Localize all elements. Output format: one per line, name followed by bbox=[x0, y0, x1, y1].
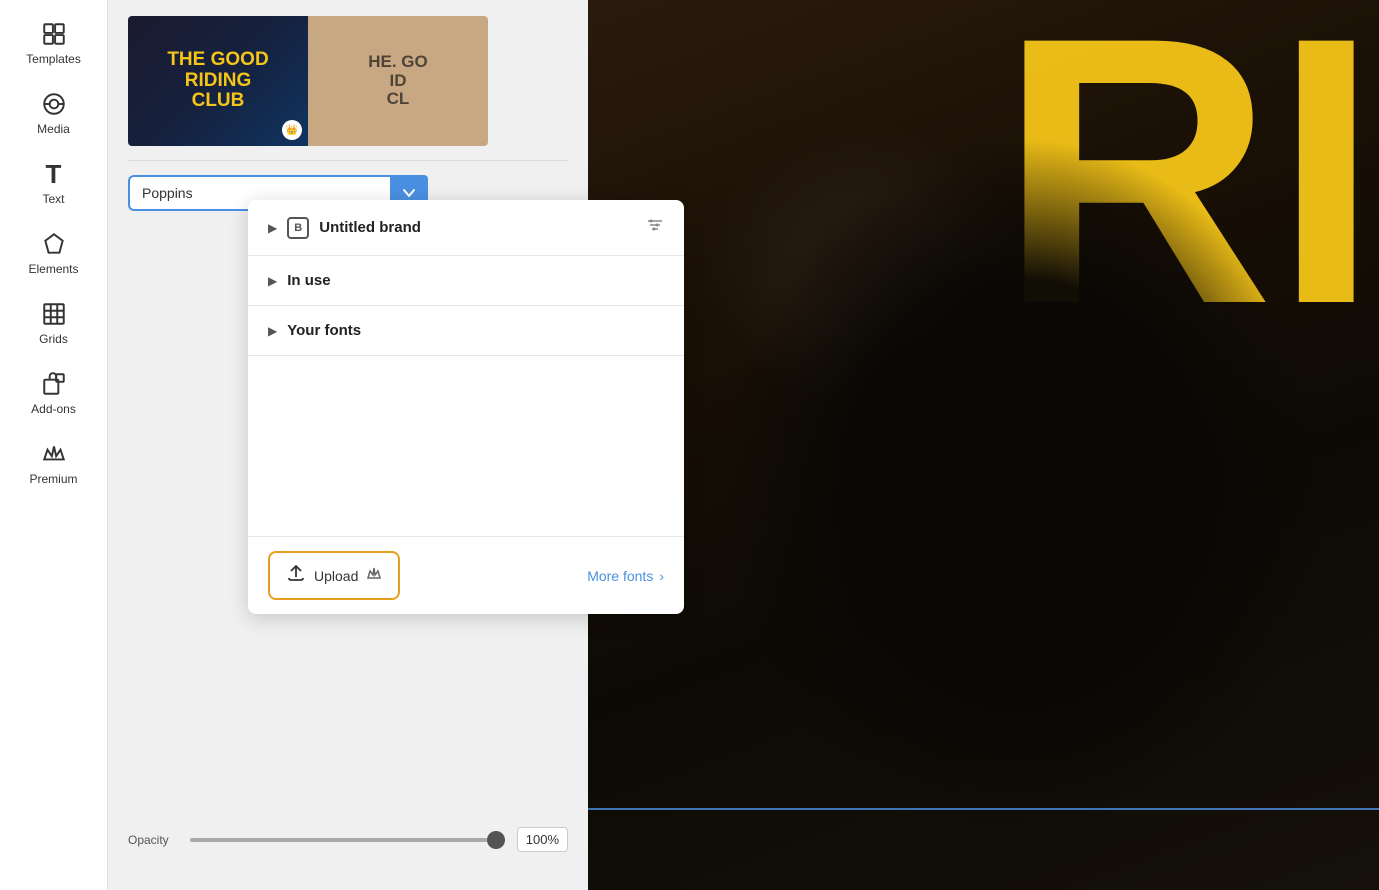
canvas-area[interactable]: RI bbox=[588, 0, 1379, 890]
sidebar-item-text[interactable]: T Text bbox=[0, 148, 107, 218]
opacity-row: Opacity 100% bbox=[108, 819, 588, 860]
canvas-background: RI bbox=[588, 0, 1379, 890]
sidebar-item-premium[interactable]: Premium bbox=[0, 428, 107, 498]
dropdown-footer: Upload More fonts › bbox=[248, 536, 684, 614]
section-left-inuse: ▶ In use bbox=[268, 272, 331, 289]
section-header-brand[interactable]: ▶ B Untitled brand bbox=[248, 200, 684, 255]
upload-icon bbox=[286, 563, 306, 588]
sidebar-item-grids[interactable]: Grids bbox=[0, 288, 107, 358]
opacity-value: 100% bbox=[517, 827, 568, 852]
brand-section-title: Untitled brand bbox=[319, 219, 421, 236]
elements-icon bbox=[40, 230, 68, 258]
upload-label: Upload bbox=[314, 568, 358, 584]
chevron-yourfonts-icon: ▶ bbox=[268, 324, 277, 338]
thumbnail-1-title: THE GOODRIDINGCLUB bbox=[159, 50, 276, 113]
opacity-label: Opacity bbox=[128, 833, 178, 847]
opacity-thumb[interactable] bbox=[487, 831, 505, 849]
premium-label: Premium bbox=[29, 472, 77, 486]
thumbnail-1-image: THE GOODRIDINGCLUB 👑 bbox=[128, 16, 308, 146]
canvas-letters: RI bbox=[999, 0, 1379, 342]
section-header-inuse[interactable]: ▶ In use bbox=[248, 256, 684, 305]
thumbnail-1[interactable]: THE GOODRIDINGCLUB 👑 bbox=[128, 16, 308, 146]
main-content: THE GOODRIDINGCLUB 👑 HE. GOIDCL Poppins bbox=[108, 0, 1379, 890]
brand-b-icon: B bbox=[287, 217, 309, 239]
chevron-brand-icon: ▶ bbox=[268, 221, 277, 235]
filter-icon[interactable] bbox=[646, 216, 664, 239]
dropdown-section-inuse: ▶ In use bbox=[248, 256, 684, 306]
opacity-slider[interactable] bbox=[190, 838, 505, 842]
thumbnail-1-badge: 👑 bbox=[282, 120, 302, 140]
section-left-brand: ▶ B Untitled brand bbox=[268, 217, 421, 239]
thumbnail-2-image: HE. GOIDCL bbox=[308, 16, 488, 146]
sidebar-item-elements[interactable]: Elements bbox=[0, 218, 107, 288]
media-icon bbox=[40, 90, 68, 118]
text-icon: T bbox=[40, 160, 68, 188]
section-left-yourfonts: ▶ Your fonts bbox=[268, 322, 361, 339]
chevron-inuse-icon: ▶ bbox=[268, 274, 277, 288]
text-label: Text bbox=[42, 192, 64, 206]
font-dropdown: ▶ B Untitled brand bbox=[248, 200, 684, 614]
templates-icon bbox=[40, 20, 68, 48]
upload-button[interactable]: Upload bbox=[268, 551, 400, 600]
sidebar-item-media[interactable]: Media bbox=[0, 78, 107, 148]
sidebar: Templates Media T Text Elements bbox=[0, 0, 108, 890]
grids-icon bbox=[40, 300, 68, 328]
upload-premium-icon bbox=[366, 566, 382, 585]
sidebar-item-templates[interactable]: Templates bbox=[0, 8, 107, 78]
thumbnail-2-title: HE. GOIDCL bbox=[368, 53, 428, 109]
elements-label: Elements bbox=[28, 262, 78, 276]
premium-icon bbox=[40, 440, 68, 468]
addons-label: Add-ons bbox=[31, 402, 76, 416]
inuse-section-title: In use bbox=[287, 272, 330, 289]
dropdown-section-brand: ▶ B Untitled brand bbox=[248, 200, 684, 256]
left-panel: THE GOODRIDINGCLUB 👑 HE. GOIDCL Poppins bbox=[108, 0, 588, 890]
yourfonts-section-title: Your fonts bbox=[287, 322, 361, 339]
dropdown-section-yourfonts: ▶ Your fonts bbox=[248, 306, 684, 356]
grids-label: Grids bbox=[39, 332, 68, 346]
more-fonts-label: More fonts bbox=[587, 568, 653, 584]
section-header-yourfonts[interactable]: ▶ Your fonts bbox=[248, 306, 684, 355]
templates-label: Templates bbox=[26, 52, 81, 66]
canvas-selection-line bbox=[588, 808, 1379, 810]
sidebar-item-addons[interactable]: Add-ons bbox=[0, 358, 107, 428]
addons-icon bbox=[40, 370, 68, 398]
more-fonts-chevron-icon: › bbox=[659, 568, 664, 584]
more-fonts-button[interactable]: More fonts › bbox=[587, 568, 664, 584]
thumbnails-row: THE GOODRIDINGCLUB 👑 HE. GOIDCL bbox=[108, 0, 588, 154]
divider-1 bbox=[128, 160, 568, 161]
thumbnail-2[interactable]: HE. GOIDCL bbox=[308, 16, 488, 146]
dropdown-empty-space bbox=[248, 356, 684, 536]
media-label: Media bbox=[37, 122, 70, 136]
